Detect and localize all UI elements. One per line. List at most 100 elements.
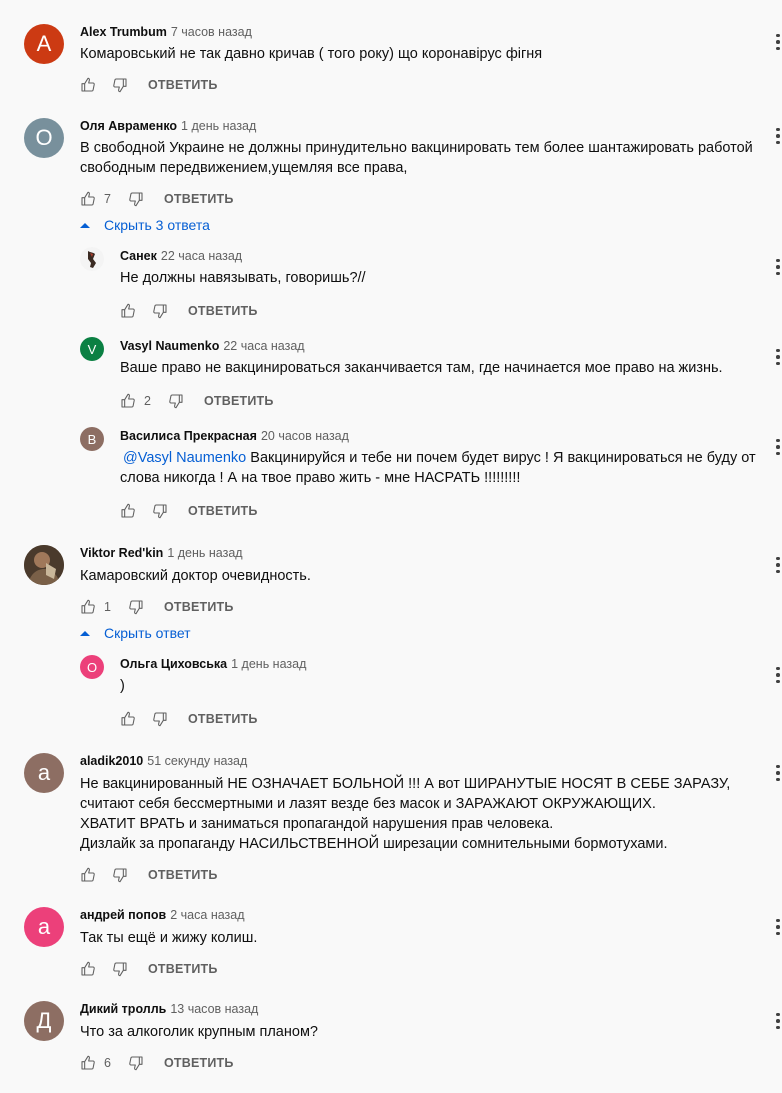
reply-header: Санек 22 часа назад [120,248,242,264]
reply-text: Не должны навязывать, говоришь?// [120,270,366,286]
timestamp[interactable]: 13 часов назад [170,1002,258,1016]
comment-text: Камаровский доктор очевидность. [80,568,311,584]
avatar[interactable] [80,247,104,271]
more-vert-icon[interactable] [774,32,782,52]
like-count: 7 [104,192,111,206]
more-vert-icon[interactable] [774,347,782,367]
reply-actions: ОТВЕТИТЬ [120,709,258,729]
more-vert-icon[interactable] [774,437,782,457]
comment-header: Viktor Red'kin 1 день назад [80,545,243,561]
thumb-down-icon[interactable] [128,191,144,207]
thumb-up-icon[interactable] [120,303,136,319]
timestamp[interactable]: 1 день назад [181,119,256,133]
comment-header: андрей попов 2 часа назад [80,907,245,923]
author-name[interactable]: Оля Авраменко [80,119,177,133]
timestamp[interactable]: 7 часов назад [171,25,252,39]
reply-button[interactable]: ОТВЕТИТЬ [148,868,218,882]
avatar[interactable]: a [24,907,64,947]
thumb-up-icon[interactable] [120,503,136,519]
author-name[interactable]: Санек [120,249,157,263]
avatar[interactable]: V [80,337,104,361]
reply-button[interactable]: ОТВЕТИТЬ [148,78,218,92]
like-count: 6 [104,1056,111,1070]
author-name[interactable]: aladik2010 [80,754,143,768]
author-name[interactable]: Василиса Прекрасная [120,429,257,443]
thumb-up-icon[interactable] [80,191,96,207]
comment-actions: 1 ОТВЕТИТЬ [80,597,234,617]
hide-replies-toggle[interactable]: Скрыть ответ [78,625,191,641]
like-count: 1 [104,600,111,614]
toggle-label: Скрыть ответ [104,625,191,641]
reply-text: ) [120,678,125,694]
avatar[interactable]: В [80,427,104,451]
timestamp[interactable]: 20 часов назад [261,429,349,443]
author-name[interactable]: андрей попов [80,908,166,922]
reply-text: @Vasyl Naumenko Вакцинируйся и тебе ни п… [120,448,760,488]
thumb-up-icon[interactable] [80,1055,96,1071]
thumb-down-icon[interactable] [128,599,144,615]
more-vert-icon[interactable] [774,917,782,937]
reply-button[interactable]: ОТВЕТИТЬ [188,304,258,318]
more-vert-icon[interactable] [774,126,782,146]
caret-up-icon [80,630,90,636]
comment-text: Так ты ещё и жижу колиш. [80,930,258,946]
avatar[interactable]: Д [24,1001,64,1041]
reply-text: Ваше право не вакцинироваться заканчивае… [120,360,723,376]
reply-button[interactable]: ОТВЕТИТЬ [188,504,258,518]
timestamp[interactable]: 1 день назад [167,546,242,560]
thumb-down-icon[interactable] [112,961,128,977]
reply-button[interactable]: ОТВЕТИТЬ [164,192,234,206]
reply-button[interactable]: ОТВЕТИТЬ [148,962,218,976]
thumb-up-icon[interactable] [80,77,96,93]
reply-actions: ОТВЕТИТЬ [120,301,258,321]
reply-button[interactable]: ОТВЕТИТЬ [164,1056,234,1070]
comment-text: Комаровський не так давно кричав ( того … [80,46,543,62]
reply-button[interactable]: ОТВЕТИТЬ [164,600,234,614]
more-vert-icon[interactable] [774,1011,782,1031]
comment-actions: 6 ОТВЕТИТЬ [80,1053,234,1073]
toggle-label: Скрыть 3 ответа [104,217,210,233]
thumb-down-icon[interactable] [112,867,128,883]
thumb-down-icon[interactable] [152,503,168,519]
thumb-up-icon[interactable] [80,961,96,977]
reply-actions: 2 ОТВЕТИТЬ [120,391,274,411]
hide-replies-toggle[interactable]: Скрыть 3 ответа [78,217,210,233]
comment-text: Не вакцинированный НЕ ОЗНАЧАЕТ БОЛЬНОЙ !… [80,776,731,852]
more-vert-icon[interactable] [774,665,782,685]
timestamp[interactable]: 1 день назад [231,657,306,671]
more-vert-icon[interactable] [774,763,782,783]
author-name[interactable]: Vasyl Naumenko [120,339,219,353]
mention-link[interactable]: @Vasyl Naumenko [123,450,246,466]
timestamp[interactable]: 2 часа назад [170,908,244,922]
reply-actions: ОТВЕТИТЬ [120,501,258,521]
timestamp[interactable]: 22 часа назад [161,249,242,263]
more-vert-icon[interactable] [774,555,782,575]
thumb-down-icon[interactable] [152,303,168,319]
more-vert-icon[interactable] [774,257,782,277]
avatar-image [80,247,104,271]
thumb-down-icon[interactable] [112,77,128,93]
thumb-up-icon[interactable] [80,867,96,883]
avatar[interactable]: A [24,24,64,64]
thumb-up-icon[interactable] [80,599,96,615]
avatar[interactable]: О [24,118,64,158]
avatar[interactable]: a [24,753,64,793]
reply-header: Ольга Циховська 1 день назад [120,656,306,672]
thumb-up-icon[interactable] [120,711,136,727]
author-name[interactable]: Ольга Циховська [120,657,227,671]
thumb-down-icon[interactable] [168,393,184,409]
reply-header: Vasyl Naumenko 22 часа назад [120,338,305,354]
avatar[interactable] [24,545,64,585]
timestamp[interactable]: 51 секунду назад [147,754,247,768]
timestamp[interactable]: 22 часа назад [223,339,304,353]
reply-button[interactable]: ОТВЕТИТЬ [188,712,258,726]
author-name[interactable]: Alex Trumbum [80,25,167,39]
avatar[interactable]: О [80,655,104,679]
thumb-down-icon[interactable] [152,711,168,727]
author-name[interactable]: Дикий тролль [80,1002,166,1016]
author-name[interactable]: Viktor Red'kin [80,546,163,560]
thumb-down-icon[interactable] [128,1055,144,1071]
reply-button[interactable]: ОТВЕТИТЬ [204,394,274,408]
caret-up-icon [80,222,90,228]
thumb-up-icon[interactable] [120,393,136,409]
